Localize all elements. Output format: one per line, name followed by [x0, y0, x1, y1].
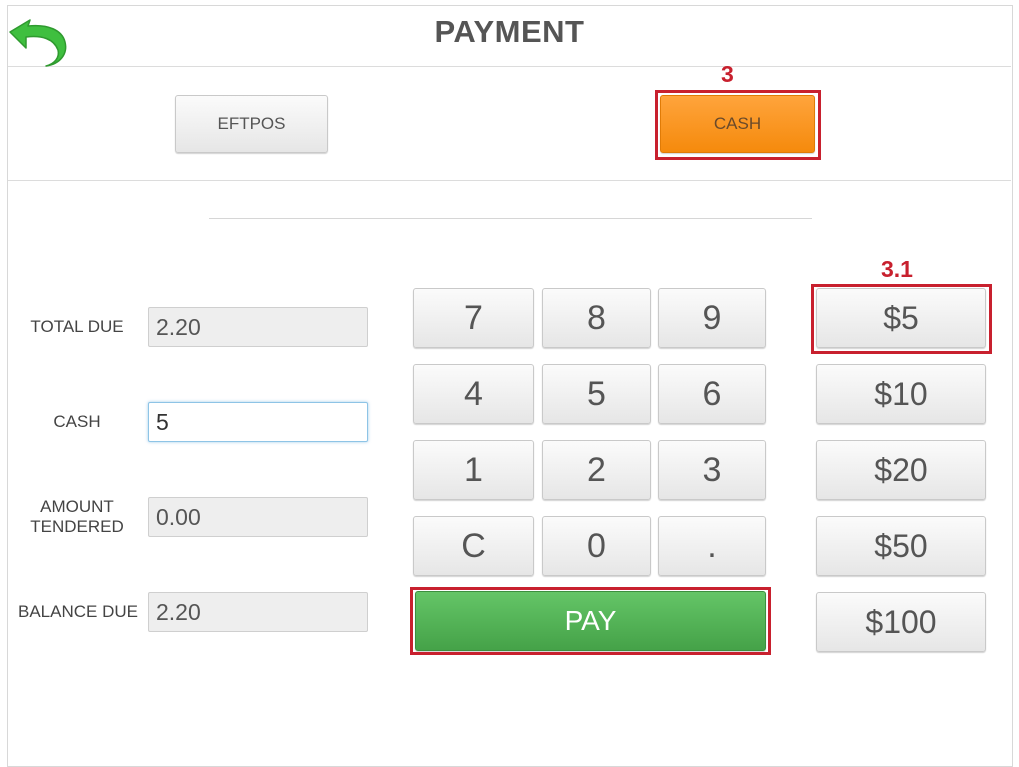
- total-due-field: 2.20: [148, 307, 368, 347]
- keypad-key-7[interactable]: 7: [413, 288, 534, 348]
- quick-amount-100-button[interactable]: $100: [816, 592, 986, 652]
- keypad-key-decimal[interactable]: .: [658, 516, 766, 576]
- quick-amount-10-button[interactable]: $10: [816, 364, 986, 424]
- keypad-key-5[interactable]: 5: [542, 364, 651, 424]
- keypad-key-6[interactable]: 6: [658, 364, 766, 424]
- keypad-key-8[interactable]: 8: [542, 288, 651, 348]
- keypad-key-4[interactable]: 4: [413, 364, 534, 424]
- step-annotation-cash: 3: [721, 61, 734, 87]
- cash-label: CASH: [53, 412, 101, 431]
- keypad-key-clear[interactable]: C: [413, 516, 534, 576]
- amount-tendered-field: 0.00: [148, 497, 368, 537]
- page-title: PAYMENT: [434, 14, 585, 49]
- quick-amount-20-button[interactable]: $20: [816, 440, 986, 500]
- keypad-key-3[interactable]: 3: [658, 440, 766, 500]
- eftpos-button[interactable]: EFTPOS: [175, 95, 328, 153]
- keypad-key-2[interactable]: 2: [542, 440, 651, 500]
- cash-input[interactable]: 5: [148, 402, 368, 442]
- step-annotation-quick-amount: 3.1: [881, 256, 913, 282]
- methods-divider: [8, 180, 1011, 181]
- keypad-key-1[interactable]: 1: [413, 440, 534, 500]
- amount-tendered-label: AMOUNT TENDERED: [30, 497, 124, 536]
- pay-button[interactable]: PAY: [415, 591, 766, 651]
- balance-due-field: 2.20: [148, 592, 368, 632]
- quick-amount-5-button[interactable]: $5: [816, 288, 986, 348]
- balance-due-label: BALANCE DUE: [18, 602, 138, 621]
- cash-button[interactable]: CASH: [660, 95, 815, 153]
- header-divider: [8, 66, 1011, 67]
- keypad-key-0[interactable]: 0: [542, 516, 651, 576]
- keypad-key-9[interactable]: 9: [658, 288, 766, 348]
- quick-amount-50-button[interactable]: $50: [816, 516, 986, 576]
- total-due-label: TOTAL DUE: [30, 317, 124, 336]
- content-divider: [209, 218, 812, 219]
